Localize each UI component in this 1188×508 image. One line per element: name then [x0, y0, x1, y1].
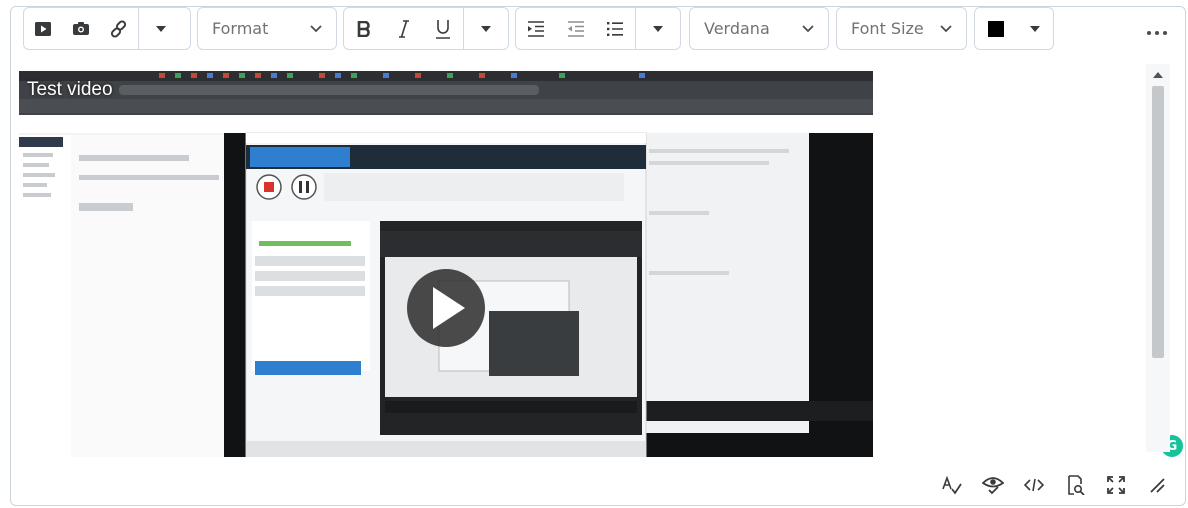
color-swatch-icon: [988, 20, 1004, 37]
embedded-video[interactable]: Test video: [19, 71, 873, 457]
resize-handle[interactable]: [1136, 471, 1177, 499]
insert-image-button[interactable]: [62, 8, 100, 49]
chevron-down-icon: [940, 24, 952, 32]
accessibility-checker-button[interactable]: [972, 471, 1013, 499]
insert-media-button[interactable]: [24, 8, 62, 49]
bullet-list-button[interactable]: [596, 8, 636, 49]
outdent-icon: [567, 20, 584, 37]
text-style-group: [343, 7, 509, 50]
insert-more-dropdown[interactable]: [139, 8, 183, 49]
format-dropdown[interactable]: Format: [197, 7, 337, 50]
paragraph-more-dropdown[interactable]: [636, 8, 680, 49]
text-style-more-dropdown[interactable]: [464, 8, 508, 49]
font-family-label: Verdana: [704, 19, 770, 38]
font-family-dropdown[interactable]: Verdana: [689, 7, 829, 50]
resize-icon: [1149, 478, 1165, 493]
indent-icon: [527, 20, 544, 37]
source-code-button[interactable]: [1013, 471, 1054, 499]
content-scrollbar[interactable]: [1146, 64, 1170, 452]
bold-icon: [357, 20, 370, 37]
insert-toolbar-group: [23, 7, 191, 50]
html-editor: Format Verdana Font Size Test video G: [10, 6, 1186, 506]
outdent-button[interactable]: [556, 8, 596, 49]
bullet-list-icon: [607, 21, 624, 36]
underline-icon: [436, 19, 451, 39]
spellcheck-button[interactable]: [931, 471, 972, 499]
editor-status-bar: [931, 471, 1177, 499]
more-options-button[interactable]: [1147, 31, 1167, 35]
bold-button[interactable]: [344, 8, 384, 49]
caret-down-icon: [653, 25, 664, 32]
text-color-picker[interactable]: [974, 7, 1054, 50]
scrollbar-thumb[interactable]: [1152, 86, 1164, 358]
caret-down-icon: [1030, 25, 1040, 32]
fullscreen-icon: [1106, 476, 1125, 494]
text-color-swatch[interactable]: [975, 8, 1017, 49]
link-icon: [110, 19, 127, 38]
scroll-up-arrow-icon[interactable]: [1153, 72, 1163, 78]
insert-link-button[interactable]: [100, 8, 138, 49]
paragraph-group: [515, 7, 681, 50]
text-color-dropdown[interactable]: [1017, 8, 1053, 49]
preview-button[interactable]: [1054, 471, 1095, 499]
fullscreen-button[interactable]: [1095, 471, 1136, 499]
video-icon: [35, 21, 51, 36]
chevron-down-icon: [310, 24, 322, 32]
more-icon: [1147, 31, 1151, 35]
chevron-down-icon: [802, 24, 814, 32]
font-size-dropdown[interactable]: Font Size: [836, 7, 967, 50]
video-title: Test video: [27, 79, 113, 100]
indent-button[interactable]: [516, 8, 556, 49]
italic-icon: [398, 19, 409, 38]
accessibility-icon: [981, 477, 1004, 495]
camera-icon: [73, 21, 89, 35]
italic-button[interactable]: [384, 8, 424, 49]
spellcheck-icon: [941, 475, 962, 495]
font-size-label: Font Size: [851, 19, 924, 38]
underline-button[interactable]: [424, 8, 464, 49]
format-dropdown-label: Format: [212, 19, 269, 38]
caret-down-icon: [481, 25, 492, 32]
editor-content[interactable]: Test video: [19, 71, 1157, 459]
source-code-icon: [1023, 478, 1044, 492]
caret-down-icon: [156, 25, 166, 32]
preview-icon: [1067, 475, 1085, 495]
video-thumbnail: [19, 71, 873, 457]
